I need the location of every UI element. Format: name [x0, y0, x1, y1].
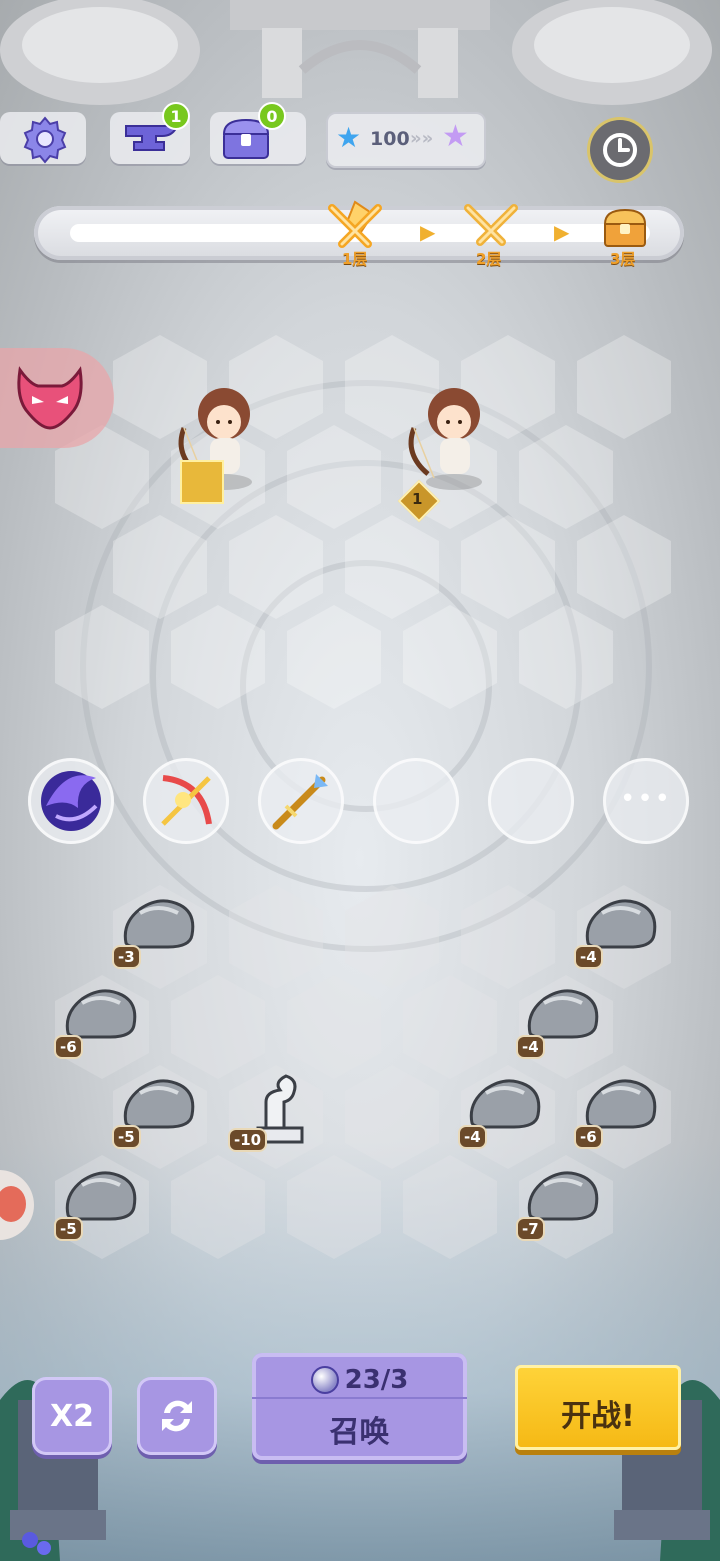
- statue-obstacle[interactable]: -10: [230, 1068, 314, 1152]
- stage-label-2: 2层: [476, 250, 502, 268]
- settings-button[interactable]: [0, 112, 86, 164]
- rock-icon: [65, 989, 137, 1039]
- unit-level-value: 1: [412, 490, 423, 508]
- empty-skill-slot[interactable]: [488, 758, 574, 844]
- summon-cost: 23/3: [344, 1365, 409, 1395]
- arrow-right-icon: ▶: [554, 220, 570, 244]
- rock-hp-label: -4: [460, 1127, 485, 1147]
- empty-skill-slot[interactable]: [373, 758, 459, 844]
- more-dots-icon: •••: [619, 784, 672, 814]
- flaming-bow-skill-icon: [161, 775, 212, 826]
- rock-icon: [123, 899, 195, 949]
- forge-button[interactable]: 1: [110, 102, 190, 164]
- summon-cost-row: 23/3: [252, 1363, 467, 1399]
- start-battle-button[interactable]: 开战!: [515, 1365, 681, 1450]
- start-battle-label: 开战!: [561, 1399, 635, 1434]
- rock-icon: [527, 989, 599, 1039]
- star-currency-panel: ★ 100 »» ★: [326, 112, 486, 168]
- gear-icon: [23, 116, 67, 164]
- summon-button[interactable]: 23/3 召唤: [252, 1353, 467, 1460]
- grid-cell[interactable]: [171, 975, 265, 1079]
- speed-label: X2: [49, 1398, 94, 1434]
- chest-button[interactable]: 0: [210, 102, 306, 164]
- star-currency-value: 100: [370, 128, 410, 150]
- rock-hp-label: -4: [576, 947, 601, 967]
- refresh-button[interactable]: [137, 1377, 217, 1455]
- arrow-right-icon: ▶: [420, 220, 436, 244]
- hero-face-icon: [0, 1186, 26, 1222]
- clock-icon: [603, 133, 637, 167]
- rainbow-star-icon: ★: [442, 119, 469, 154]
- more-skills-button[interactable]: •••: [603, 758, 689, 844]
- stage-label-1: 1层: [342, 250, 368, 268]
- archer-character-icon: [408, 388, 482, 490]
- arrow-icon: »»: [410, 128, 434, 149]
- refresh-icon: [162, 1400, 192, 1432]
- skill-slot[interactable]: [258, 758, 344, 844]
- rock-hp-label: -6: [576, 1127, 601, 1147]
- summon-label: 召唤: [329, 1415, 390, 1450]
- rock-icon: [123, 1079, 195, 1129]
- rock-icon: [469, 1079, 541, 1129]
- grid-cell[interactable]: [403, 975, 497, 1079]
- rock-hp-label: -5: [114, 1127, 139, 1147]
- unit-archer[interactable]: [170, 378, 260, 504]
- skill-slot[interactable]: [143, 758, 229, 844]
- speed-x2-button[interactable]: X2: [32, 1377, 112, 1455]
- rock-icon: [65, 1171, 137, 1221]
- crossed-swords-icon: [464, 204, 518, 246]
- treasure-chest-icon: [603, 208, 647, 247]
- rock-hp-label: -4: [518, 1037, 543, 1057]
- rock-hp-label: -6: [56, 1037, 81, 1057]
- unit-archer[interactable]: 1: [397, 378, 490, 523]
- rock-hp-label: -7: [518, 1219, 543, 1239]
- timer-button[interactable]: [590, 120, 650, 180]
- rock-hp-label: -3: [114, 947, 139, 967]
- crossed-swords-icon: [328, 200, 382, 248]
- stage-label-3: 3层: [610, 250, 636, 268]
- rock-icon: [585, 899, 657, 949]
- summon-orb-icon: [310, 1366, 339, 1394]
- blue-star-icon: ★: [336, 121, 362, 154]
- golden-spear-skill-icon: [272, 774, 328, 830]
- chest-count-badge: 0: [258, 102, 286, 130]
- rock-icon: [527, 1171, 599, 1221]
- skill-slot[interactable]: [28, 758, 114, 844]
- dark-wing-skill-icon: [41, 771, 101, 831]
- rock-icon: [585, 1079, 657, 1129]
- grid-cell[interactable]: [287, 975, 381, 1079]
- grid-cell[interactable]: [577, 335, 671, 439]
- anvil-count-badge: 1: [162, 102, 190, 130]
- statue-hp-label: -10: [230, 1130, 266, 1150]
- rock-hp-label: -5: [56, 1219, 81, 1239]
- golden-spear-equipment-icon: [180, 460, 224, 504]
- demon-mask-icon: [17, 366, 83, 430]
- enemy-boss-indicator[interactable]: [0, 348, 114, 448]
